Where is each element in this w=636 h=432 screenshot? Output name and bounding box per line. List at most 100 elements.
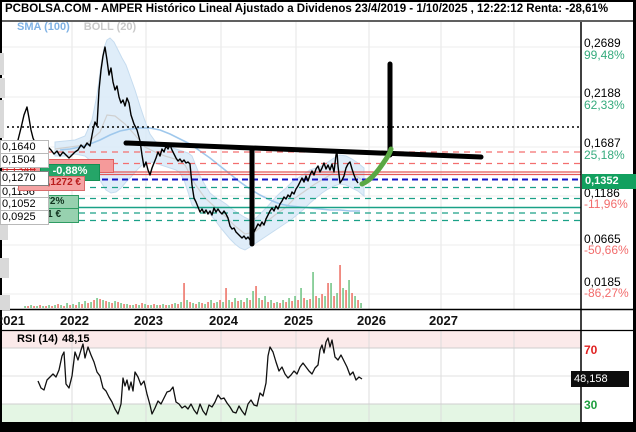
volume-bar <box>195 304 197 308</box>
volume-bar <box>201 303 203 308</box>
volume-bar <box>63 306 65 308</box>
volume-bar <box>90 302 92 308</box>
volume-bar <box>303 298 305 308</box>
volume-bar <box>264 296 266 308</box>
volume-bar <box>357 300 359 308</box>
volume-bar <box>228 300 230 308</box>
right-axis-percent-label: 99,48% <box>584 49 625 61</box>
volume-bar <box>246 298 248 308</box>
volume-bar <box>351 293 353 308</box>
volume-bar <box>33 306 35 308</box>
volume-bar <box>210 300 212 308</box>
edge-artifact <box>0 78 5 98</box>
volume-bar <box>45 306 47 308</box>
volume-bar <box>69 305 71 308</box>
volume-bar <box>321 294 323 308</box>
volume-bar <box>348 280 350 308</box>
volume-bar <box>147 305 149 308</box>
chart-window: PCBOLSA.COM - AMPER Histórico Lineal Aju… <box>0 0 636 432</box>
legend-boll-label[interactable]: BOLL (20) <box>84 21 136 33</box>
volume-bar <box>252 291 254 308</box>
volume-bar <box>126 304 128 308</box>
volume-bar <box>183 283 185 308</box>
volume-bar <box>345 290 347 308</box>
edge-artifact <box>0 258 9 278</box>
volume-bar <box>297 300 299 308</box>
volume-bar <box>96 298 98 308</box>
x-axis-year-label: 2023 <box>134 313 163 328</box>
volume-bar <box>72 304 74 308</box>
volume-bar <box>162 304 164 308</box>
volume-bar <box>213 303 215 308</box>
volume-bar <box>222 302 224 308</box>
x-axis-year-label: 2027 <box>429 313 458 328</box>
rsi-value-label: 48,15 <box>62 333 90 345</box>
x-axis-year-label: 2026 <box>357 313 386 328</box>
volume-bar <box>189 302 191 308</box>
volume-bar <box>24 306 26 308</box>
volume-bar <box>279 303 281 308</box>
volume-bar <box>138 305 140 308</box>
volume-bar <box>288 298 290 308</box>
volume-bar <box>108 302 110 308</box>
x-axis-year-label: 2022 <box>60 313 89 328</box>
volume-bar <box>258 298 260 308</box>
edge-artifact <box>0 53 4 75</box>
volume-bar <box>243 302 245 308</box>
volume-bar <box>171 304 173 308</box>
right-axis-percent-label: 62,33% <box>584 99 625 111</box>
volume-bar <box>315 296 317 308</box>
rsi-current-value-box: 48,158 <box>571 371 629 387</box>
left-axis-price-label: 0,1504 <box>0 153 49 168</box>
volume-bar <box>93 300 95 308</box>
volume-bar <box>111 303 113 308</box>
right-axis-percent-label: -11,96% <box>584 198 628 210</box>
volume-bar <box>330 283 332 308</box>
volume-bar <box>336 293 338 308</box>
volume-bar <box>81 304 83 308</box>
volume-bar <box>276 302 278 308</box>
volume-bar <box>240 300 242 308</box>
volume-bar <box>87 303 89 308</box>
volume-bar <box>282 300 284 308</box>
price-tooltip-box: 0,1270 <box>0 171 49 186</box>
volume-bar <box>132 305 134 308</box>
volume-bar <box>42 306 44 308</box>
volume-bar <box>333 296 335 308</box>
volume-bar <box>306 300 308 308</box>
volume-bar <box>207 302 209 308</box>
volume-bar <box>66 303 68 308</box>
volume-bar <box>324 296 326 308</box>
rsi-overbought-label: 70 <box>584 343 597 357</box>
volume-bar <box>99 299 101 308</box>
volume-bar <box>129 305 131 308</box>
volume-bar <box>309 299 311 308</box>
rsi-oversold-label: 30 <box>584 398 597 412</box>
volume-bar <box>165 305 167 308</box>
legend-sma-label[interactable]: SMA (100) <box>17 21 70 33</box>
right-axis-percent-label: -86,27% <box>584 287 629 299</box>
volume-bar <box>285 302 287 308</box>
volume-bar <box>342 288 344 308</box>
x-axis-year-label: 2021 <box>0 313 25 328</box>
left-axis-price-label: 0,0925 <box>0 210 49 225</box>
volume-bar <box>237 301 239 308</box>
volume-bar <box>312 272 314 308</box>
volume-bar <box>27 306 29 308</box>
volume-bar <box>192 303 194 308</box>
volume-bar <box>177 304 179 308</box>
volume-bar <box>270 300 272 308</box>
volume-bar <box>105 301 107 308</box>
chart-canvas[interactable] <box>0 0 636 432</box>
volume-bar <box>120 303 122 308</box>
volume-bar <box>141 303 143 308</box>
volume-bar <box>117 302 119 308</box>
edge-artifact <box>0 295 10 310</box>
rsi-indicator-label[interactable]: RSI (14) <box>17 333 58 345</box>
volume-bar <box>198 302 200 308</box>
volume-bar <box>30 305 32 308</box>
edge-artifact <box>0 100 4 138</box>
volume-bar <box>231 302 233 308</box>
volume-bar <box>267 302 269 308</box>
volume-bar <box>327 283 329 308</box>
